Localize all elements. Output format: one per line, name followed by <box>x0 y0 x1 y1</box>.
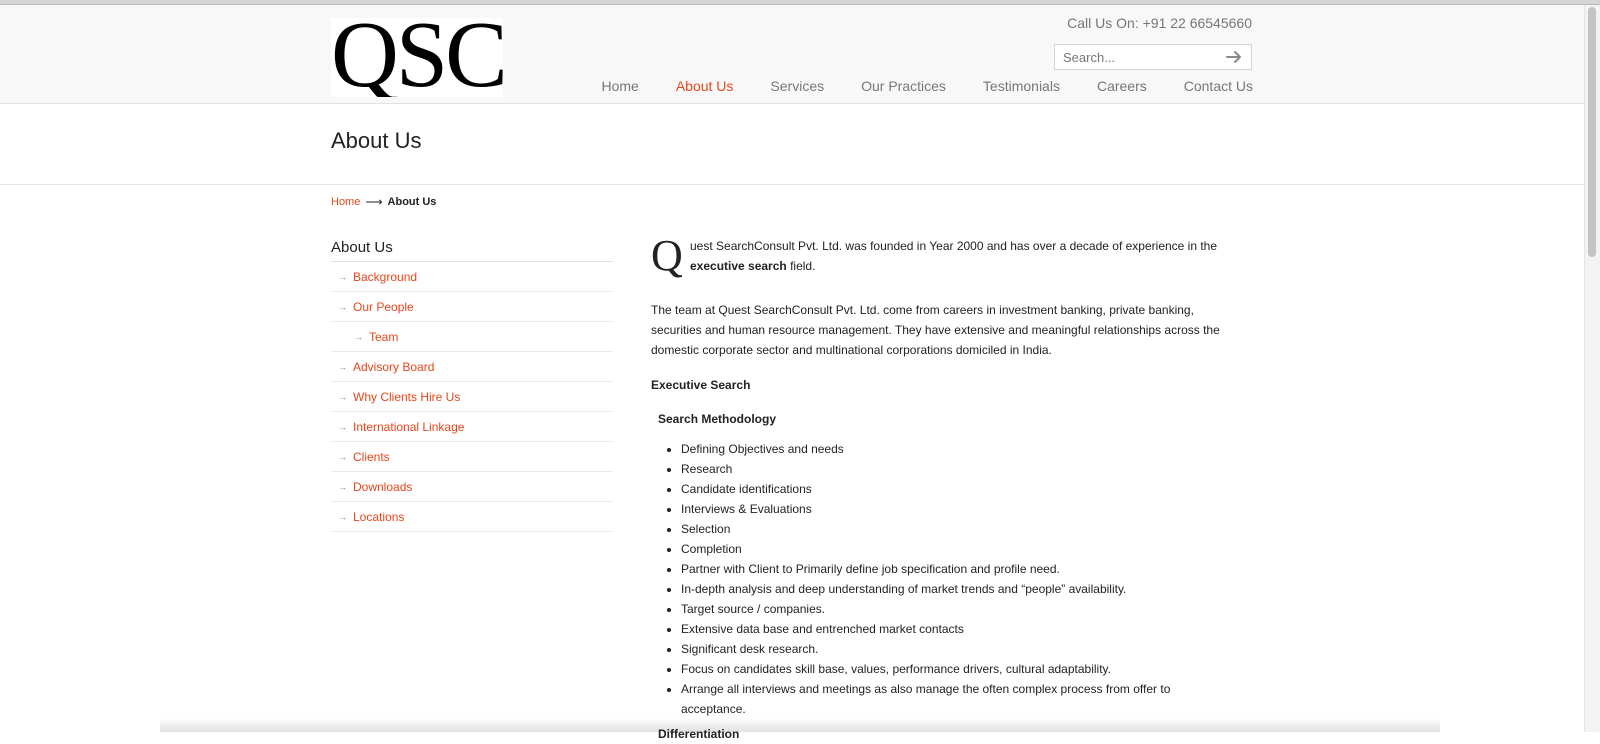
arrow-right-icon: → <box>338 301 347 312</box>
sidebar: About Us → Background → Our People → Team → Adv… <box>331 239 613 532</box>
arrow-right-icon: → <box>338 391 347 402</box>
sidebar-item-clients[interactable]: → Clients <box>331 442 613 472</box>
breadcrumb: Home ⟶ About Us <box>331 195 436 209</box>
arrow-right-icon: → <box>338 451 347 462</box>
methodology-list-item: In-depth analysis and deep understanding… <box>681 579 1225 599</box>
main-content: Quest SearchConsult Pvt. Ltd. was founde… <box>651 231 1225 744</box>
breadcrumb-home-link[interactable]: Home <box>331 196 360 208</box>
methodology-list-item: Research <box>681 459 1225 479</box>
methodology-list: Defining Objectives and needsResearchCan… <box>651 439 1225 719</box>
methodology-list-item: Completion <box>681 539 1225 559</box>
methodology-list-item: Partner with Client to Primarily define … <box>681 559 1225 579</box>
sidebar-item-team[interactable]: → Team <box>331 322 613 352</box>
sidebar-item-our-people[interactable]: → Our People <box>331 292 613 322</box>
breadcrumb-current: About Us <box>387 196 437 208</box>
search-box <box>1054 44 1252 70</box>
nav-item-our-practices[interactable]: Our Practices <box>861 78 946 94</box>
sidebar-item-label: International Linkage <box>353 419 465 434</box>
search-methodology-heading: Search Methodology <box>658 412 777 426</box>
team-paragraph: The team at Quest SearchConsult Pvt. Ltd… <box>651 303 1220 357</box>
differentiation-heading: Differentiation <box>658 727 740 741</box>
site-header: QSC Call Us On: +91 22 66545660 Home Abou… <box>0 5 1584 104</box>
arrow-right-icon: → <box>338 361 347 372</box>
executive-search-heading: Executive Search <box>651 378 751 392</box>
sidebar-item-label: Our People <box>353 299 414 314</box>
page-title: About Us <box>331 128 422 153</box>
arrow-right-icon: → <box>338 271 347 282</box>
call-us-text: Call Us On: +91 22 66545660 <box>1067 15 1252 31</box>
sidebar-title: About Us <box>331 239 613 262</box>
sidebar-item-label: Why Clients Hire Us <box>353 389 461 404</box>
sidebar-item-label: Background <box>353 269 418 284</box>
main-nav: Home About Us Services Our Practices Testimo… <box>601 78 1253 94</box>
methodology-list-item: Significant desk research. <box>681 639 1225 659</box>
methodology-list-item: Extensive data base and entrenched marke… <box>681 619 1225 639</box>
methodology-list-item: Interviews & Evaluations <box>681 499 1225 519</box>
methodology-list-item: Target source / companies. <box>681 599 1225 619</box>
sidebar-item-background[interactable]: → Background <box>331 262 613 292</box>
sidebar-item-label: Clients <box>353 449 390 464</box>
nav-item-testimonials[interactable]: Testimonials <box>983 78 1060 94</box>
sidebar-item-international-linkage[interactable]: → International Linkage <box>331 412 613 442</box>
sidebar-item-locations[interactable]: → Locations <box>331 502 613 532</box>
sidebar-item-label: Locations <box>353 509 405 524</box>
sidebar-item-label: Team <box>369 329 399 344</box>
arrow-right-icon: → <box>338 421 347 432</box>
sidebar-item-downloads[interactable]: → Downloads <box>331 472 613 502</box>
arrow-right-icon: → <box>338 511 347 522</box>
intro-paragraph: Quest SearchConsult Pvt. Ltd. was founde… <box>651 231 1225 280</box>
logo-text: QSC <box>331 18 503 97</box>
methodology-list-item: Focus on candidates skill base, values, … <box>681 659 1225 679</box>
arrow-right-icon: → <box>338 481 347 492</box>
sidebar-item-label: Advisory Board <box>353 359 435 374</box>
sidebar-list: → Background → Our People → Team → Advisory Boa… <box>331 262 613 532</box>
arrow-right-icon: → <box>354 331 363 342</box>
vertical-scrollbar[interactable] <box>1584 5 1600 732</box>
methodology-list-item: Defining Objectives and needs <box>681 439 1225 459</box>
methodology-list-item: Selection <box>681 519 1225 539</box>
dropcap-letter: Q <box>651 231 683 280</box>
nav-item-careers[interactable]: Careers <box>1097 78 1147 94</box>
nav-item-about-us[interactable]: About Us <box>676 78 734 94</box>
intro-text: uest SearchConsult Pvt. Ltd. was founded… <box>690 239 1218 253</box>
page-title-band: About Us <box>0 104 1584 185</box>
methodology-list-item: Candidate identifications <box>681 479 1225 499</box>
site-logo[interactable]: QSC <box>331 18 503 97</box>
intro-tail-text: field. <box>786 259 816 273</box>
scrollbar-thumb[interactable] <box>1588 7 1596 257</box>
intro-bold-text: executive search <box>690 259 787 273</box>
nav-item-services[interactable]: Services <box>770 78 824 94</box>
sidebar-item-label: Downloads <box>353 479 413 494</box>
breadcrumb-separator: ⟶ <box>365 195 383 209</box>
sidebar-item-why-clients-hire-us[interactable]: → Why Clients Hire Us <box>331 382 613 412</box>
sidebar-item-advisory-board[interactable]: → Advisory Board <box>331 352 613 382</box>
methodology-list-item: Arrange all interviews and meetings as a… <box>681 679 1225 719</box>
search-input[interactable] <box>1063 48 1213 66</box>
nav-item-home[interactable]: Home <box>601 78 638 94</box>
arrow-right-icon[interactable] <box>1223 46 1245 68</box>
nav-item-contact-us[interactable]: Contact Us <box>1184 78 1253 94</box>
